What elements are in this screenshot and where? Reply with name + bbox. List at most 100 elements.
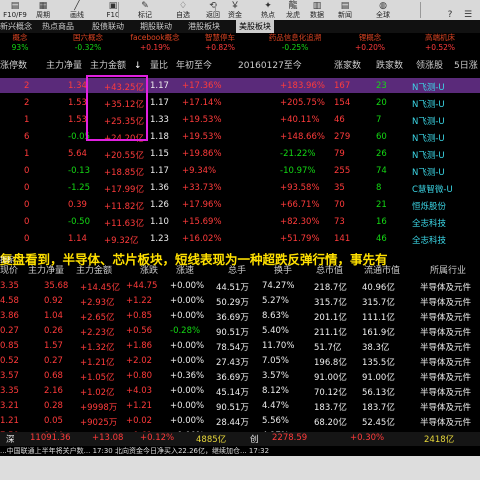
toolbar-button-7[interactable]: ￥ 资金 xyxy=(222,0,248,20)
column-header[interactable]: 总手 xyxy=(228,263,246,279)
speed: +0.00% xyxy=(170,386,205,396)
help-button[interactable]: ? xyxy=(440,0,460,20)
concept-strip: 概念 93% 国六概念 -0.32% facebook概念 +0.19% 智慧停车 +0.82… xyxy=(0,33,480,54)
sort-desc-icon[interactable]: ↓ xyxy=(134,58,142,74)
column-header[interactable]: 总市值 xyxy=(316,263,343,279)
concept-item[interactable]: facebook概念 +0.19% xyxy=(120,33,190,54)
toolbar-button-1[interactable]: ▦ 周期 xyxy=(30,0,56,20)
toolbar-button-9[interactable]: 龍龙虎 xyxy=(280,0,306,20)
float-cap: 40.96亿 xyxy=(362,283,395,293)
table-row[interactable]: 3.86 1.04 +2.65亿 +0.85 +0.00% 36.69万 8.63% 201.… xyxy=(0,311,480,326)
column-header[interactable]: 量比 xyxy=(150,58,168,74)
sector-tab-2[interactable]: 股债联动 xyxy=(92,20,124,33)
net-volume: 2.16 xyxy=(44,386,63,396)
column-header[interactable]: 换手 xyxy=(274,263,292,279)
column-header[interactable]: 涨跌 xyxy=(140,263,158,279)
funds-icon: ￥ xyxy=(230,1,240,11)
column-header[interactable]: 涨家数 xyxy=(334,58,361,74)
more-button[interactable]: ☰ xyxy=(458,0,478,20)
toolbar-button-0[interactable]: ▤ F10/F9 xyxy=(2,0,28,20)
table-row[interactable]: 0 1.14 +9.32亿 1.23 +16.02% +51.79% 141 46 全志科技 xyxy=(0,233,480,250)
toolbar-separator xyxy=(420,2,421,18)
toolbar-button-3[interactable]: ▣ F10 xyxy=(100,0,126,20)
toolbar-button-2[interactable]: ╱ 画线 xyxy=(64,0,90,20)
table-row[interactable]: 3.35 2.16 +1.02亿 +4.03 +0.00% 45.14万 8.12% 70.1… xyxy=(0,386,480,401)
sector-tab-0[interactable]: 新兴概念 xyxy=(0,20,32,33)
table-row[interactable]: 0 -0.13 +18.85亿 1.17 +9.34% -10.97% 255 74 N飞测-U xyxy=(0,165,480,182)
sector-tab-3[interactable]: 期股联动 xyxy=(140,20,172,33)
net-volume: 0.68 xyxy=(44,371,63,381)
concept-item[interactable]: 国六概念 -0.32% xyxy=(58,33,118,54)
concept-item[interactable]: 药品信息化追溯 -0.25% xyxy=(250,33,340,54)
concept-item[interactable]: 锂概念 +0.20% xyxy=(340,33,400,54)
leading-stock: N飞测-U xyxy=(412,168,445,178)
toolbar-button-10[interactable]: ▥ 数据 xyxy=(304,0,330,20)
column-header[interactable]: 现价 xyxy=(0,263,18,279)
column-header[interactable]: 主力金额 xyxy=(90,58,126,74)
toolbar-button-11[interactable]: ▤ 新闻 xyxy=(332,0,358,20)
total-volume: 36.69万 xyxy=(216,373,249,383)
concept-item[interactable]: 智慧停车 +0.82% xyxy=(190,33,250,54)
table-row[interactable]: 0.85 1.57 +1.32亿 +1.86 +0.00% 78.54万 11.70% 51.… xyxy=(0,341,480,356)
toolbar-button-12[interactable]: ◍ 全球 xyxy=(370,0,396,20)
net-volume: 0.28 xyxy=(44,401,63,411)
column-header[interactable]: 涨速 xyxy=(176,263,194,279)
table-row[interactable]: 0.27 0.26 +2.23亿 +0.56 -0.28% 90.51万 5.40% 211.… xyxy=(0,326,480,341)
news-ticker[interactable]: ...中国联通上半年将关户数... 17:30 北向资金今日净买入22.26亿，… xyxy=(0,446,480,456)
table-row[interactable]: 0 -1.25 +17.99亿 1.36 +33.73% +93.58% 35 8 C慧智微-U xyxy=(0,182,480,199)
limit-up-count: 1 xyxy=(24,149,30,159)
column-header[interactable]: 所属行业 xyxy=(430,263,466,279)
rise-count: 141 xyxy=(334,234,351,244)
concept-pct: -0.32% xyxy=(74,43,102,52)
sector-tab-1[interactable]: 热点商品 xyxy=(42,20,74,33)
column-header[interactable]: 主力金额 xyxy=(76,263,112,279)
rise-count: 255 xyxy=(334,166,351,176)
column-header[interactable]: 涨停数 xyxy=(0,58,27,74)
sector-tab-4[interactable]: 港股板块 xyxy=(188,20,220,33)
toolbar-button-5[interactable]: ♢ 自选 xyxy=(170,0,196,20)
column-header[interactable]: 流通市值 xyxy=(364,263,400,279)
sector-tab-5[interactable]: 美股板块 xyxy=(236,20,274,33)
turnover: 8.12% xyxy=(262,386,290,396)
table-row[interactable]: 0 0.39 +11.82亿 1.26 +17.96% +66.71% 70 21 恒烁股份 xyxy=(0,199,480,216)
table-row[interactable]: 4.58 0.92 +2.93亿 +1.22 +0.00% 50.29万 5.27% 315.… xyxy=(0,296,480,311)
table-row[interactable]: 0 -0.50 +11.63亿 1.10 +15.69% +82.30% 73 16 全志科技 xyxy=(0,216,480,233)
toolbar-button-8[interactable]: ✦ 热点 xyxy=(255,0,281,20)
table-row[interactable]: 1 5.64 +20.55亿 1.15 +19.86% -21.22% 79 26 N飞测-U xyxy=(0,148,480,165)
concept-item[interactable]: 概念 93% xyxy=(0,33,40,54)
table-row[interactable]: 1 1.53 +25.35亿 1.33 +19.53% +40.11% 46 7 N飞测-U xyxy=(0,114,480,131)
toolbar-button-label: 画线 xyxy=(70,11,84,19)
column-header[interactable]: 主力净量 xyxy=(46,58,82,74)
change: +1.21 xyxy=(126,401,153,411)
concept-item[interactable]: 高端机床 +0.52% xyxy=(400,33,480,54)
column-header[interactable]: 20160127至今 xyxy=(238,58,302,74)
table-row[interactable]: 2 1.34 +43.25亿 1.17 +17.36% +183.96% 167 23 N飞测-… xyxy=(0,80,480,97)
rise-count: 35 xyxy=(334,183,345,193)
column-header[interactable]: 领涨股 xyxy=(416,58,443,74)
lower-strip xyxy=(0,456,480,480)
since-date-change: +40.11% xyxy=(280,115,320,125)
ytd-change: +33.73% xyxy=(182,183,222,193)
column-header[interactable]: 跌家数 xyxy=(376,58,403,74)
column-header[interactable]: 主力净量 xyxy=(28,263,64,279)
main-funds-amount: +18.85亿 xyxy=(104,168,144,178)
fall-count: 16 xyxy=(376,217,387,227)
price: 3.35 xyxy=(0,386,19,396)
rise-count: 73 xyxy=(334,217,345,227)
table-row[interactable]: 3.57 0.68 +1.05亿 +0.80 +0.36% 36.69万 3.57% 91.0… xyxy=(0,371,480,386)
table-row[interactable]: 6 -0.05 +24.20亿 1.18 +19.53% +148.66% 279 60 N飞测… xyxy=(0,131,480,148)
market-cap: 201.1亿 xyxy=(314,313,347,323)
since-date-change: +66.71% xyxy=(280,200,320,210)
table-row[interactable]: 0.52 0.27 +1.21亿 +2.02 +0.00% 27.43万 7.05% 196.… xyxy=(0,356,480,371)
table-row[interactable]: 3.21 0.28 +9998万 +1.21 +0.00% 90.51万 4.47% 183.… xyxy=(0,401,480,416)
side-indicator-label[interactable]: 指标 xyxy=(0,255,14,265)
table-row[interactable]: 2 1.53 +35.12亿 1.17 +17.14% +205.75% 154 20 N飞测-… xyxy=(0,97,480,114)
table-row[interactable]: 3.35 35.68 +14.45亿 +44.75 +0.00% 44.51万 74.27%… xyxy=(0,281,480,296)
column-header[interactable]: 5日涨 xyxy=(454,58,478,74)
table-row[interactable]: 1.21 0.05 +9025万 +0.02 +0.00% 28.44万 5.56% 68.2… xyxy=(0,416,480,431)
concept-name: 智慧停车 xyxy=(205,33,235,42)
change: +0.80 xyxy=(126,371,153,381)
toolbar-button-4[interactable]: ✎ 标记 xyxy=(132,0,158,20)
volume-ratio: 1.10 xyxy=(150,217,169,227)
column-header[interactable]: 年初至今 xyxy=(176,58,212,74)
